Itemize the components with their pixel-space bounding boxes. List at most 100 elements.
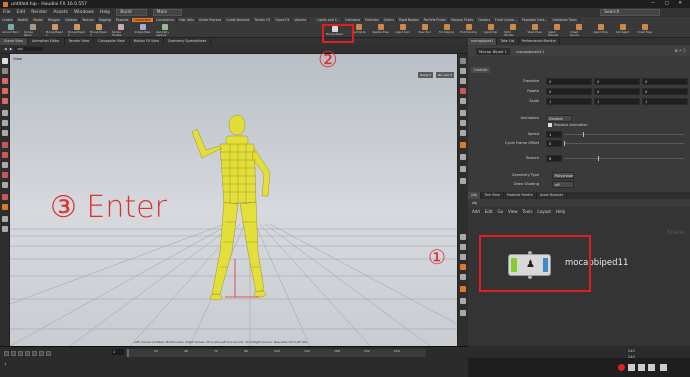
tool-icon[interactable] [2, 120, 8, 126]
network-path-bar[interactable]: obj [468, 199, 690, 207]
tray-icon[interactable] [648, 364, 655, 371]
tool-icon[interactable] [2, 172, 8, 178]
shelf-tab[interactable]: Texture [80, 18, 97, 22]
shelf-tab[interactable]: Muscles [114, 18, 132, 22]
replace-checkbox[interactable] [548, 123, 552, 127]
shelf-tool[interactable]: Agent Cam [394, 24, 411, 37]
shelf-tab-characters[interactable]: Characters [131, 18, 154, 22]
draw-shading-dropdown[interactable]: off [552, 181, 574, 188]
shelf-tool[interactable]: Mocap Biped 1 [46, 24, 63, 37]
shelf-tab[interactable]: Particles [363, 18, 382, 22]
tool-icon[interactable] [460, 254, 466, 260]
tool-icon[interactable] [460, 298, 466, 304]
tool-icon[interactable] [2, 98, 8, 104]
play-reverse-icon[interactable] [18, 350, 23, 356]
window-controls[interactable]: — ▢ ✕ [651, 1, 686, 6]
shelf-tab[interactable]: Polygon [46, 18, 64, 22]
tab-obj[interactable]: /obj [468, 192, 482, 199]
tool-icon[interactable] [460, 286, 466, 292]
step-back-icon[interactable] [11, 350, 16, 356]
menu-go[interactable]: Go [498, 209, 504, 214]
tab-geometry-spreadsheet[interactable]: Geometry Spreadsheet [164, 38, 212, 45]
shelf-tool[interactable]: Foot Planting [460, 24, 477, 37]
tool-icon[interactable] [2, 216, 8, 222]
param-field[interactable]: 1 [642, 98, 688, 105]
tool-icon[interactable] [460, 274, 466, 280]
geometry-type-dropdown[interactable]: Polyshape [552, 172, 574, 179]
tray-icon[interactable] [638, 364, 645, 371]
shelf-tool[interactable]: Agent Preview [548, 24, 565, 37]
shelf-tool[interactable]: Simple Female [112, 24, 129, 37]
tray-icon[interactable] [628, 364, 635, 371]
shelf-tab[interactable]: Guide Brushes [224, 18, 253, 22]
tool-icon[interactable] [460, 130, 466, 136]
tab-animation-editor[interactable]: Animation Editor [28, 38, 65, 45]
texture-slider[interactable] [564, 158, 684, 159]
search-field[interactable]: Search [600, 9, 660, 16]
shelf-tool[interactable]: Geometry Capture [156, 24, 173, 37]
tool-icon[interactable] [2, 68, 8, 74]
path-field[interactable]: obj [15, 47, 43, 51]
shelf-tab[interactable]: Deform [63, 18, 81, 22]
param-field[interactable]: 0 [546, 78, 592, 85]
shelf-tool[interactable]: Agent Prep [592, 24, 609, 37]
shelf-tab[interactable]: Volume [292, 18, 310, 22]
tool-icon[interactable] [2, 110, 8, 116]
tool-icon[interactable] [2, 182, 8, 188]
shelf-tab[interactable]: Hair Utils [177, 18, 197, 22]
shelf-tool[interactable]: Ground Bind [2, 24, 19, 37]
gear-icon[interactable]: ⚙ ? ⓘ [674, 48, 686, 54]
speed-slider[interactable] [564, 134, 684, 135]
step-forward-icon[interactable] [39, 350, 44, 356]
menu-help[interactable]: Help [100, 10, 110, 15]
shelf-tab[interactable]: Terrain FX [252, 18, 274, 22]
build-select[interactable]: Build [116, 9, 147, 16]
tool-icon[interactable] [2, 204, 8, 210]
tool-icon[interactable] [2, 152, 8, 158]
shelf-tab[interactable]: Lights and C... [315, 18, 344, 22]
tool-icon[interactable] [2, 142, 8, 148]
tool-icon[interactable] [460, 166, 466, 172]
tool-icon[interactable] [460, 68, 466, 74]
shelf-tool[interactable]: Simple Male [134, 24, 151, 37]
menu-help[interactable]: Help [556, 209, 565, 214]
forward-icon[interactable]: ▶ [10, 47, 13, 51]
tab-scene-view[interactable]: Scene View [0, 38, 28, 45]
tab-performance-monitor[interactable]: Performance Monitor [519, 38, 561, 45]
param-field[interactable]: 0 [642, 78, 688, 85]
shelf-tool[interactable]: Mocap Biped 2 [68, 24, 85, 37]
jump-start-icon[interactable] [4, 350, 9, 356]
shelf-tab[interactable]: Cloud FX [273, 18, 293, 22]
tool-icon[interactable] [460, 154, 466, 160]
tab-render-view[interactable]: Render View [65, 38, 95, 45]
param-field[interactable]: 1 [594, 98, 640, 105]
menu-view[interactable]: View [508, 209, 518, 214]
tool-icon[interactable] [460, 88, 466, 94]
end-frame-field[interactable]: 240 [628, 349, 635, 353]
animation-dropdown[interactable]: Zombie [546, 115, 572, 122]
param-field[interactable]: 0 [546, 88, 592, 95]
stop-icon[interactable] [25, 350, 30, 356]
shelf-tool[interactable]: Stash Pose [526, 24, 543, 37]
param-field[interactable]: 0 [642, 88, 688, 95]
menu-windows[interactable]: Windows [74, 10, 94, 15]
tool-icon[interactable] [460, 310, 466, 316]
start-frame-field[interactable]: 1 [4, 362, 6, 366]
play-icon[interactable] [32, 350, 37, 356]
tray-icon[interactable] [618, 364, 625, 371]
shelf-tool[interactable]: Mocap Biped 3 [90, 24, 107, 37]
shelf-tool[interactable]: Crowd Source [570, 24, 587, 37]
tool-icon[interactable] [460, 264, 466, 270]
tab-controls[interactable]: Controls [471, 67, 490, 73]
tool-icon[interactable] [460, 244, 466, 250]
texture-field[interactable]: 6 [546, 155, 562, 162]
back-icon[interactable]: ◀ [4, 47, 7, 51]
cycle-slider-knob[interactable] [564, 141, 565, 146]
shelf-tool[interactable]: Cloth Wrinkle [504, 24, 521, 37]
cycle-offset-field[interactable]: 0 [546, 140, 562, 147]
cycle-slider[interactable] [564, 143, 684, 144]
shelf-tab[interactable]: Model [31, 18, 46, 22]
shelf-tool[interactable]: Sparkle Pose [372, 24, 389, 37]
shelf-tab[interactable]: Fluid Contai... [493, 18, 520, 22]
shelf-tab[interactable]: Create [0, 18, 16, 22]
